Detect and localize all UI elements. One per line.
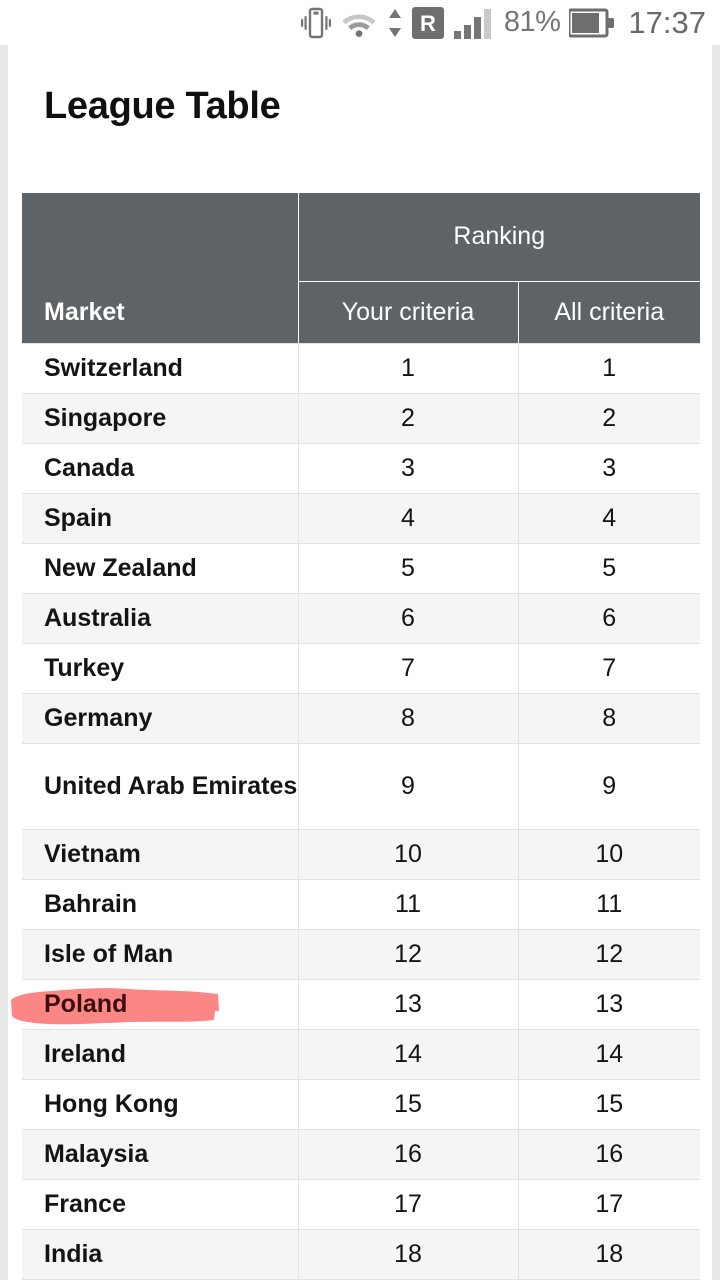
- cell-rank-all-criteria: 1: [518, 342, 701, 393]
- table-row[interactable]: Germany 8 8: [22, 692, 701, 743]
- table-row[interactable]: Poland 13 13: [11, 978, 701, 1029]
- column-header-all-criteria[interactable]: All criteria: [517, 280, 701, 343]
- table-header: Market Ranking Your criteria All criteri…: [22, 193, 701, 343]
- cell-rank-your-criteria: 1: [297, 342, 519, 393]
- table-row[interactable]: United Arab Emirates 9 9: [22, 742, 701, 829]
- vibrate-icon: [300, 6, 331, 40]
- table-row[interactable]: Canada 3 3: [22, 442, 701, 493]
- cell-market: Switzerland: [22, 342, 298, 393]
- cell-market: New Zealand: [22, 542, 298, 593]
- table-row[interactable]: Turkey 7 7: [22, 642, 701, 693]
- table-row[interactable]: Ireland 14 14: [22, 1028, 701, 1079]
- cell-rank-your-criteria: 3: [297, 442, 519, 493]
- cell-rank-all-criteria: 9: [518, 742, 701, 829]
- cell-rank-all-criteria: 3: [518, 442, 701, 493]
- column-header-market[interactable]: Market: [22, 193, 299, 343]
- cell-market: Germany: [22, 692, 298, 743]
- cell-rank-your-criteria: 13: [297, 978, 519, 1029]
- cell-market: Ireland: [22, 1028, 298, 1079]
- table-row[interactable]: Malaysia 16 16: [22, 1128, 701, 1179]
- cell-rank-your-criteria: 16: [297, 1128, 519, 1179]
- table-row[interactable]: Singapore 2 2: [22, 392, 701, 443]
- cell-rank-all-criteria: 12: [518, 928, 701, 979]
- cell-rank-your-criteria: 5: [297, 542, 519, 593]
- table-row[interactable]: New Zealand 5 5: [22, 542, 701, 593]
- cell-rank-your-criteria: 12: [297, 928, 519, 979]
- cell-rank-all-criteria: 14: [518, 1028, 701, 1079]
- clock-label: 17:37: [628, 5, 706, 40]
- cell-market: Turkey: [22, 642, 298, 693]
- cell-market: Bahrain: [22, 878, 298, 929]
- cell-rank-your-criteria: 10: [297, 828, 519, 879]
- table-row[interactable]: Spain 4 4: [22, 492, 701, 543]
- column-group-header-ranking: Ranking: [297, 193, 701, 282]
- cell-rank-all-criteria: 16: [518, 1128, 701, 1179]
- battery-percent-label: 81%: [503, 6, 561, 38]
- cell-market: Malaysia: [22, 1128, 298, 1179]
- cell-rank-all-criteria: 5: [518, 542, 701, 593]
- cell-rank-your-criteria: 14: [297, 1028, 519, 1079]
- cell-market: Isle of Man: [22, 928, 298, 979]
- status-bar: R 81% 17:37: [0, 0, 720, 45]
- cell-rank-all-criteria: 11: [518, 878, 701, 929]
- cell-market: France: [22, 1178, 298, 1229]
- battery-icon: [569, 8, 615, 38]
- cell-market: Hong Kong: [22, 1078, 298, 1129]
- cell-rank-all-criteria: 10: [518, 828, 701, 879]
- cell-rank-your-criteria: 8: [297, 692, 519, 743]
- data-transfer-icon: [387, 7, 403, 39]
- cell-rank-all-criteria: 13: [518, 978, 701, 1029]
- league-table: Market Ranking Your criteria All criteri…: [11, 193, 701, 1280]
- league-table-container: Market Ranking Your criteria All criteri…: [11, 193, 701, 1280]
- cell-rank-all-criteria: 6: [518, 592, 701, 643]
- table-row[interactable]: France 17 17: [22, 1178, 701, 1229]
- table-row[interactable]: Isle of Man 12 12: [22, 928, 701, 979]
- table-row[interactable]: Switzerland 1 1: [22, 342, 701, 393]
- content-sheet: League Table Market Ranking Your criteri…: [8, 45, 712, 1280]
- page-background: League Table Market Ranking Your criteri…: [0, 45, 720, 1280]
- cell-market: Vietnam: [22, 828, 298, 879]
- cell-market: United Arab Emirates: [22, 742, 298, 829]
- cell-rank-all-criteria: 7: [518, 642, 701, 693]
- cell-rank-all-criteria: 2: [518, 392, 701, 443]
- market-name-highlighted: Poland: [44, 990, 128, 1018]
- table-row[interactable]: India 18 18: [22, 1228, 701, 1279]
- table-row[interactable]: Vietnam 10 10: [22, 828, 701, 879]
- cell-market: Poland: [11, 978, 298, 1029]
- signal-bars-icon: [453, 7, 495, 39]
- table-body: Switzerland 1 1 Singapore 2 2 Canada 3 3 Spain 4 4 N…: [11, 342, 701, 1280]
- cell-rank-all-criteria: 8: [518, 692, 701, 743]
- column-header-your-criteria[interactable]: Your criteria: [297, 280, 519, 343]
- cell-rank-your-criteria: 11: [297, 878, 519, 929]
- cell-rank-all-criteria: 18: [518, 1228, 701, 1279]
- cell-rank-your-criteria: 2: [297, 392, 519, 443]
- cell-market: Spain: [22, 492, 298, 543]
- svg-text:R: R: [420, 11, 436, 36]
- cell-rank-your-criteria: 15: [297, 1078, 519, 1129]
- cell-market: Canada: [22, 442, 298, 493]
- cell-rank-your-criteria: 6: [297, 592, 519, 643]
- header-row-group: Market Ranking: [22, 193, 701, 343]
- table-row[interactable]: Australia 6 6: [22, 592, 701, 643]
- cell-market: Australia: [22, 592, 298, 643]
- page-title: League Table: [44, 85, 281, 127]
- cell-rank-all-criteria: 15: [518, 1078, 701, 1129]
- cell-market: India: [22, 1228, 298, 1279]
- cell-rank-your-criteria: 9: [297, 742, 519, 829]
- cell-market: Singapore: [22, 392, 298, 443]
- cell-rank-all-criteria: 4: [518, 492, 701, 543]
- cell-rank-all-criteria: 17: [518, 1178, 701, 1229]
- table-row[interactable]: Bahrain 11 11: [22, 878, 701, 929]
- cell-rank-your-criteria: 4: [297, 492, 519, 543]
- roaming-icon: R: [411, 6, 444, 39]
- cell-rank-your-criteria: 7: [297, 642, 519, 693]
- table-row[interactable]: Hong Kong 15 15: [22, 1078, 701, 1129]
- wifi-icon: [340, 8, 378, 38]
- cell-rank-your-criteria: 18: [297, 1228, 519, 1279]
- cell-rank-your-criteria: 17: [297, 1178, 519, 1229]
